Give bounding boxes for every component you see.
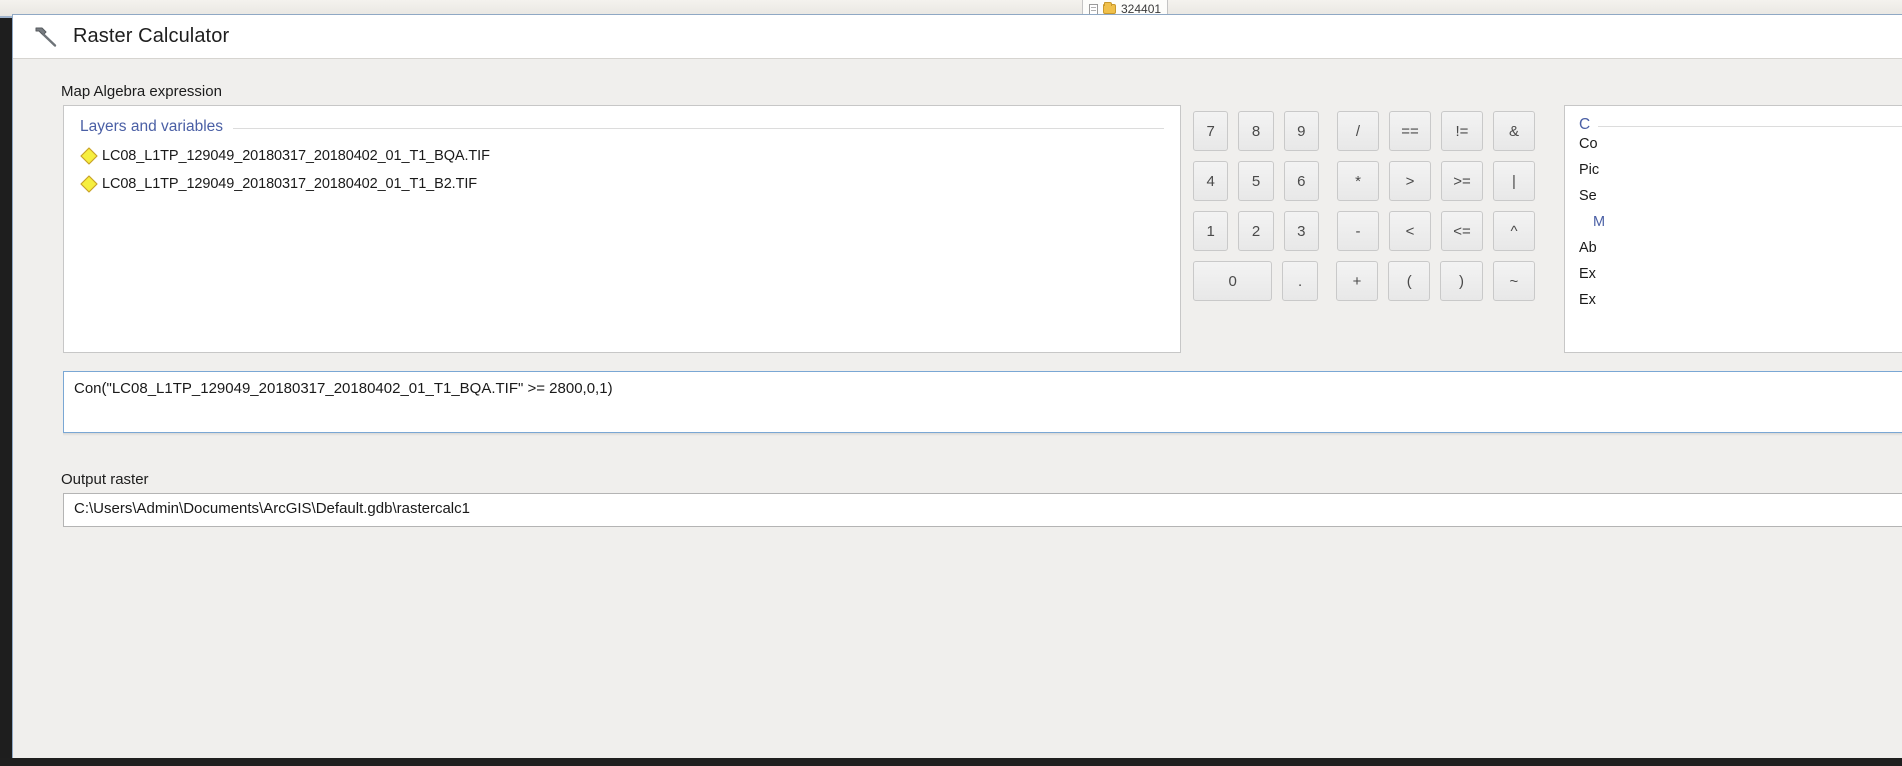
key-greater-equal[interactable]: >= [1440, 161, 1483, 201]
key-4[interactable]: 4 [1193, 161, 1229, 201]
panel-shadow [63, 433, 1902, 436]
key-3[interactable]: 3 [1283, 211, 1319, 251]
operator-keypad: 7 8 9 / == != & 4 5 6 * > >= | 1 2 3 - <… [1193, 111, 1545, 311]
key-equal-equal[interactable]: == [1388, 111, 1431, 151]
keypad-row: 7 8 9 / == != & [1193, 111, 1545, 151]
key-multiply[interactable]: * [1336, 161, 1379, 201]
desktop-backdrop-bottom [0, 758, 1902, 766]
key-9[interactable]: 9 [1283, 111, 1319, 151]
key-0[interactable]: 0 [1193, 261, 1273, 301]
expression-input[interactable]: Con("LC08_L1TP_129049_20180317_20180402_… [63, 371, 1902, 433]
key-or[interactable]: | [1492, 161, 1535, 201]
key-8[interactable]: 8 [1238, 111, 1274, 151]
key-not[interactable]: ~ [1492, 261, 1535, 301]
key-6[interactable]: 6 [1283, 161, 1319, 201]
raster-layer-diamond-icon [80, 147, 98, 165]
list-item[interactable]: Ex [1565, 290, 1902, 316]
screen: 324401 Raster Calculator Map Algebra exp… [0, 0, 1902, 766]
document-icon [1089, 3, 1098, 15]
key-plus[interactable]: + [1335, 261, 1379, 301]
header-divider [233, 128, 1164, 129]
list-item[interactable]: Co [1565, 134, 1902, 160]
dialog-body: Map Algebra expression Layers and variab… [13, 59, 1902, 758]
functions-panel-header: C [1565, 106, 1902, 134]
key-5[interactable]: 5 [1238, 161, 1274, 201]
list-item[interactable]: LC08_L1TP_129049_20180317_20180402_01_T1… [64, 142, 1180, 170]
key-divide[interactable]: / [1336, 111, 1379, 151]
map-algebra-label: Map Algebra expression [61, 83, 222, 100]
list-item[interactable]: Se [1565, 186, 1902, 212]
key-decimal[interactable]: . [1282, 261, 1318, 301]
layers-and-variables-panel: Layers and variables LC08_L1TP_129049_20… [63, 105, 1181, 353]
dialog-title: Raster Calculator [73, 25, 230, 47]
desktop-backdrop-left [0, 18, 12, 766]
key-2[interactable]: 2 [1238, 211, 1274, 251]
output-raster-input[interactable]: C:\Users\Admin\Documents\ArcGIS\Default.… [63, 493, 1902, 527]
list-item[interactable]: LC08_L1TP_129049_20180317_20180402_01_T1… [64, 170, 1180, 198]
layer-name: LC08_L1TP_129049_20180317_20180402_01_T1… [102, 176, 478, 192]
layer-name: LC08_L1TP_129049_20180317_20180402_01_T1… [102, 148, 490, 164]
keypad-row: 4 5 6 * > >= | [1193, 161, 1545, 201]
layers-panel-header: Layers and variables [64, 106, 1180, 136]
folder-icon [1103, 2, 1116, 14]
output-raster-label: Output raster [61, 471, 149, 488]
list-item[interactable]: Pic [1565, 160, 1902, 186]
key-minus[interactable]: - [1336, 211, 1379, 251]
functions-panel-header-label: C [1579, 116, 1591, 133]
layers-list[interactable]: LC08_L1TP_129049_20180317_20180402_01_T1… [64, 136, 1180, 198]
key-and[interactable]: & [1492, 111, 1535, 151]
key-not-equal[interactable]: != [1440, 111, 1483, 151]
key-open-paren[interactable]: ( [1388, 261, 1431, 301]
key-less-than[interactable]: < [1388, 211, 1431, 251]
key-greater-than[interactable]: > [1388, 161, 1431, 201]
list-item[interactable]: Ab [1565, 238, 1902, 264]
dialog-titlebar: Raster Calculator [13, 15, 1902, 59]
raster-calculator-dialog: Raster Calculator Map Algebra expression… [12, 14, 1902, 758]
raster-layer-diamond-icon [80, 175, 98, 193]
function-group-label: M [1593, 214, 1606, 230]
functions-panel: C Co Pic Se M Ab Ex Ex [1564, 105, 1902, 353]
hammer-tool-icon [35, 27, 57, 47]
key-7[interactable]: 7 [1193, 111, 1229, 151]
key-1[interactable]: 1 [1193, 211, 1229, 251]
key-power[interactable]: ^ [1492, 211, 1535, 251]
keypad-row: 0 . + ( ) ~ [1193, 261, 1545, 301]
list-item[interactable]: Ex [1565, 264, 1902, 290]
layers-panel-header-label: Layers and variables [80, 118, 224, 135]
key-close-paren[interactable]: ) [1440, 261, 1483, 301]
keypad-row: 1 2 3 - < <= ^ [1193, 211, 1545, 251]
key-less-equal[interactable]: <= [1440, 211, 1483, 251]
header-divider [1598, 126, 1902, 127]
